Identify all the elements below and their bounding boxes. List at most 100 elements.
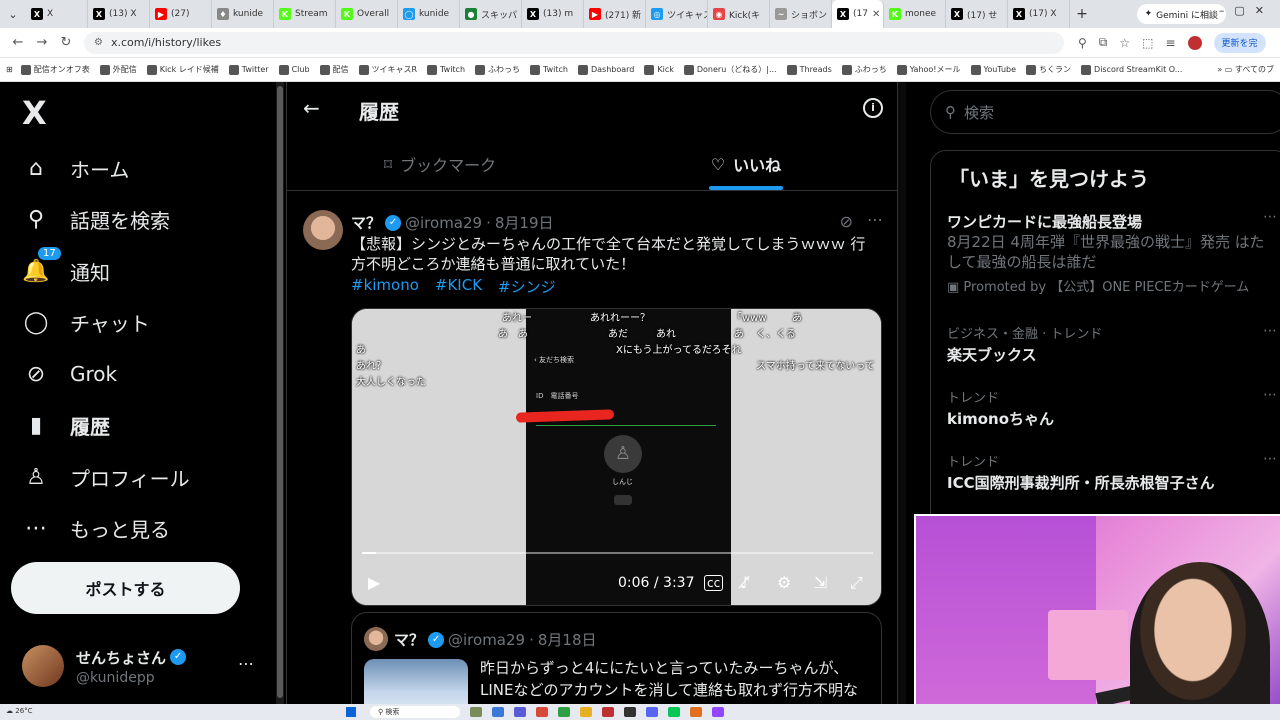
hashtag-link[interactable]: #kimono: [351, 276, 419, 297]
browser-tab[interactable]: K Stream: [274, 0, 336, 28]
nav-item[interactable]: 🔔 17 通知: [22, 246, 110, 291]
bookmark-item[interactable]: YouTube: [970, 64, 1016, 75]
bookmark-item[interactable]: ちくラン: [1026, 64, 1071, 75]
picture-in-picture-icon[interactable]: ⇲: [814, 573, 827, 592]
taskbar-app-icon[interactable]: [536, 707, 548, 717]
taskbar-app-icon[interactable]: [514, 707, 526, 717]
mute-icon[interactable]: ♪̸: [740, 573, 750, 592]
search-input[interactable]: ⚲ 検索: [930, 90, 1280, 134]
tab-search-icon[interactable]: ⌄: [0, 0, 26, 28]
nav-item[interactable]: ⊘ Grok: [22, 354, 117, 394]
zoom-icon[interactable]: ⚲: [1078, 36, 1087, 50]
browser-tab[interactable]: ◯ kunide: [398, 0, 460, 28]
quoted-tweet[interactable]: マ？ ✓ @iroma29 · 8月18日 昨日からずっと4ににたいと言っていた…: [351, 612, 882, 704]
taskbar-app-icon[interactable]: [690, 707, 702, 717]
settings-icon[interactable]: ⚙: [777, 573, 791, 592]
trend-item[interactable]: トレンド kimonoちゃん ⋯: [947, 387, 1277, 429]
hashtag-link[interactable]: #シンジ: [498, 276, 556, 297]
info-icon[interactable]: i: [863, 98, 883, 118]
taskbar-app-icon[interactable]: [580, 707, 592, 717]
site-info-icon[interactable]: ⚙: [94, 37, 103, 48]
apps-icon[interactable]: ⊞: [6, 65, 13, 74]
trend-item[interactable]: ワンピカードに最強船長登場 8月22日 4周年弾『世界最強の戦士』発売 はたして…: [947, 209, 1277, 295]
bookmark-item[interactable]: Twitch: [530, 64, 568, 75]
nav-item[interactable]: ▮ 履歴: [22, 406, 110, 446]
bookmark-item[interactable]: ツイキャスR: [358, 64, 417, 75]
browser-tab[interactable]: X (17) せ: [946, 0, 1008, 28]
reading-list-icon[interactable]: ≡: [1165, 36, 1175, 50]
tweet-date[interactable]: 8月19日: [495, 212, 554, 233]
video-player[interactable]: ‹ 友だち検索 ID 電話番号 ♙ しんじ あれー あれれーー？ 「www ああ ああ…: [351, 308, 882, 606]
all-bookmarks-button[interactable]: » ▭ すべてのブ: [1217, 64, 1274, 75]
url-input[interactable]: ⚙ x.com/i/history/likes: [84, 31, 1064, 54]
new-tab-button[interactable]: +: [1070, 6, 1094, 22]
star-icon[interactable]: ☆: [1119, 36, 1130, 50]
bookmark-item[interactable]: ふわっち: [475, 64, 520, 75]
browser-tab[interactable]: K Overall: [336, 0, 398, 28]
account-more-icon[interactable]: ⋯: [238, 654, 254, 673]
trend-item[interactable]: ビジネス・金融 · トレンド 楽天ブックス ⋯: [947, 323, 1277, 365]
hashtag-link[interactable]: #KICK: [435, 276, 482, 297]
nav-item[interactable]: ⋯ もっと見る: [22, 509, 170, 549]
grok-icon[interactable]: ⊘: [840, 212, 853, 231]
browser-tab[interactable]: ◉ Kick(キ: [708, 0, 770, 28]
extensions-icon[interactable]: ⬚: [1142, 36, 1153, 50]
taskbar-app-icon[interactable]: [470, 707, 482, 717]
trend-more-icon[interactable]: ⋯: [1263, 323, 1277, 339]
nav-item[interactable]: ⌂ ホーム: [22, 148, 129, 188]
browser-tab[interactable]: X (13) X: [88, 0, 150, 28]
main-scrollbar[interactable]: [898, 82, 906, 704]
account-switcher[interactable]: せんちょさん ✓ @kunidepp ⋯: [22, 642, 262, 690]
update-button[interactable]: 更新を完: [1213, 32, 1266, 53]
bookmark-item[interactable]: Dashboard: [577, 64, 634, 75]
tweet[interactable]: マ？ ✓ @iroma29 · 8月19日 ⊘ ⋯ 【悲報】シンジとみーちゃんの…: [287, 192, 897, 704]
trend-more-icon[interactable]: ⋯: [1263, 387, 1277, 403]
tab-likes[interactable]: ♡ いいね: [593, 138, 897, 190]
taskbar-app-icon[interactable]: [558, 707, 570, 717]
taskbar-app-icon[interactable]: [712, 707, 724, 717]
taskbar-app-icon[interactable]: [646, 707, 658, 717]
video-progress-bar[interactable]: [362, 552, 873, 554]
install-icon[interactable]: ⧉: [1099, 35, 1108, 50]
nav-item[interactable]: ◯ チャット: [22, 303, 150, 343]
browser-tab[interactable]: ♦ kunide: [212, 0, 274, 28]
bookmark-item[interactable]: Doneru（どねる）|...: [683, 64, 777, 75]
captions-icon[interactable]: cc: [704, 575, 724, 591]
taskbar-app-icon[interactable]: [668, 707, 680, 717]
bookmark-item[interactable]: Twitch: [427, 64, 465, 75]
taskbar-app-icon[interactable]: [602, 707, 614, 717]
browser-tab[interactable]: X (17 ✕: [832, 0, 884, 28]
play-icon[interactable]: ▶: [368, 573, 380, 592]
tweet-more-icon[interactable]: ⋯: [867, 210, 883, 229]
weather-widget[interactable]: ☁ 26°C: [6, 707, 33, 715]
tab-bookmarks[interactable]: ⌑ ブックマーク: [287, 138, 593, 190]
taskbar-app-icon[interactable]: [492, 707, 504, 717]
browser-tab[interactable]: ▶ (271) 新: [584, 0, 646, 28]
bookmark-item[interactable]: ふわっち: [841, 64, 887, 75]
bookmark-item[interactable]: 配信: [319, 64, 349, 75]
back-arrow-icon[interactable]: ←: [303, 96, 320, 120]
tweet-author-name[interactable]: マ？: [351, 212, 381, 233]
bookmark-item[interactable]: Kick: [644, 64, 674, 75]
trend-more-icon[interactable]: ⋯: [1263, 209, 1277, 225]
forward-arrow-icon[interactable]: →: [30, 35, 54, 50]
browser-tab[interactable]: ~ ショボン: [770, 0, 832, 28]
browser-tab[interactable]: XX: [26, 0, 88, 28]
bookmark-item[interactable]: Threads: [786, 64, 832, 75]
taskbar-app-icon[interactable]: [624, 707, 636, 717]
quote-image[interactable]: [364, 659, 468, 704]
browser-tab[interactable]: ▶ (27): [150, 0, 212, 28]
browser-tab[interactable]: X (13) m: [522, 0, 584, 28]
browser-tab[interactable]: ● スキッパ: [460, 0, 522, 28]
fullscreen-icon[interactable]: ⤢: [850, 573, 863, 593]
browser-tab[interactable]: Kmonee: [884, 0, 946, 28]
start-icon[interactable]: [346, 707, 356, 717]
bookmark-item[interactable]: Club: [278, 64, 310, 75]
tab-close-icon[interactable]: ✕: [872, 9, 880, 20]
gemini-button[interactable]: ✦ Gemini に相談: [1136, 4, 1226, 24]
tweet-author-handle[interactable]: @iroma29: [405, 214, 482, 232]
bookmark-item[interactable]: Twitter: [228, 64, 269, 75]
nav-item[interactable]: ♙ プロフィール: [22, 457, 189, 497]
bookmark-item[interactable]: Discord StreamKit O...: [1081, 64, 1182, 75]
bookmark-item[interactable]: 配信オンオフ表: [20, 64, 90, 75]
